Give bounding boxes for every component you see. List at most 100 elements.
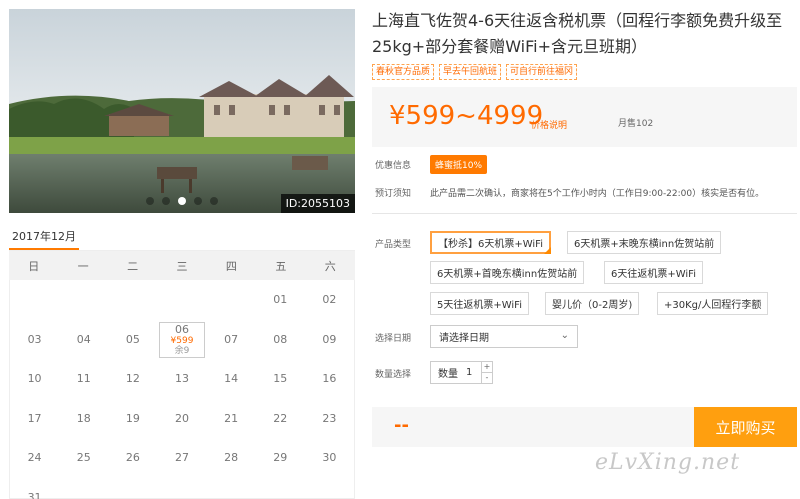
booking-label: 预订须知 [375,189,412,199]
calendar-day[interactable]: 30 [305,438,354,478]
calendar-day[interactable]: 14 [207,359,256,399]
weekday-label: 六 [324,259,336,273]
calendar-day[interactable]: 08 [256,320,305,360]
date-select-value: 请选择日期 [439,333,489,344]
calendar-day[interactable]: 16 [305,359,354,399]
carousel-dot[interactable] [162,197,170,205]
calendar-day-number: 02 [322,293,337,307]
calendar-day[interactable]: 04 [59,320,108,360]
calendar-day[interactable]: 15 [256,359,305,399]
calendar-day-price: ¥599 [170,336,194,347]
calendar-day-number: 31 [27,490,42,499]
quantity-value[interactable]: 1 [466,367,472,378]
quantity-stepper[interactable]: 数量 1 + - [430,361,493,384]
calendar-day-number: 26 [125,451,140,465]
calendar-day-number: 20 [174,411,189,425]
photo-id-tag: ID:2055103 [280,194,355,213]
calendar-day[interactable]: 02 [305,280,354,320]
carousel-dot[interactable] [194,197,202,205]
option-extra-baggage[interactable]: +30Kg/人回程行李额 [657,292,769,315]
buy-now-button[interactable]: 立即购买 [694,407,797,447]
site-watermark: eLvXing.net [595,450,741,475]
carousel-dot-active[interactable] [178,197,186,205]
calendar-day-number: 09 [322,332,337,346]
calendar-day[interactable]: 03 [10,320,59,360]
calendar-day-number: 17 [27,411,42,425]
weekday-label: 日 [28,259,40,273]
calendar-day-number: 04 [76,332,91,346]
calendar-day-number: 08 [273,332,288,346]
calendar-day-number: 18 [76,411,91,425]
carousel-dot[interactable] [146,197,154,205]
calendar-day[interactable]: 19 [108,399,157,439]
calendar-day-number: 22 [273,411,288,425]
option-6day-roundtrip-wifi[interactable]: 6天往返机票+WiFi [604,261,703,284]
calendar-month-tab[interactable]: 2017年12月 [9,228,79,250]
calendar-day-number: 01 [273,293,288,307]
calendar-day[interactable]: 23 [305,399,354,439]
calendar-day-number: 19 [125,411,140,425]
calendar-day[interactable]: 10 [10,359,59,399]
calendar-day-number: 25 [76,451,91,465]
calendar-empty-cell [207,478,256,499]
chevron-down-icon: ⌄ [560,330,569,341]
calendar-day[interactable]: 01 [256,280,305,320]
decrement-icon[interactable]: - [482,373,492,383]
product-type-label: 产品类型 [375,240,412,250]
calendar-day-number: 07 [224,332,239,346]
product-photo[interactable]: ID:2055103 [9,9,355,213]
discount-label: 优惠信息 [375,161,412,171]
calendar-day-number: 23 [322,411,337,425]
weekday-label: 二 [127,259,139,273]
calendar-day-number: 24 [27,451,42,465]
calendar-day-number: 11 [76,372,91,386]
option-5day-roundtrip-wifi[interactable]: 5天往返机票+WiFi [430,292,529,315]
calendar-day[interactable]: 12 [108,359,157,399]
calendar-day[interactable]: 26 [108,438,157,478]
calendar-day[interactable]: 24 [10,438,59,478]
calendar-empty-cell [108,478,157,499]
calendar-empty-cell [157,280,206,320]
calendar-day[interactable]: 13 [157,359,206,399]
date-select[interactable]: 请选择日期 ⌄ [430,325,578,348]
carousel-dot[interactable] [210,197,218,205]
calendar-day[interactable]: 27 [157,438,206,478]
price-explain-link[interactable]: 价格说明 [531,118,567,131]
calendar-day[interactable]: 31 [10,478,59,499]
booking-text: 此产品需二次确认，商家将在5个工作小时内（工作日9:00-22:00）核实是否有… [430,189,765,199]
photo-scene [9,9,355,213]
calendar-day[interactable]: 29 [256,438,305,478]
calendar-empty-cell [305,478,354,499]
increment-icon[interactable]: + [482,362,492,373]
price-calendar: 2017年12月 日 一 二 三 四 五 六 01 02 03 04 05 06 ¥599 余… [9,228,355,499]
calendar-day[interactable]: 09 [305,320,354,360]
calendar-day-selected[interactable]: 06 ¥599 余9 [159,321,205,358]
calendar-day[interactable]: 20 [157,399,206,439]
calendar-day[interactable]: 28 [207,438,256,478]
calendar-day-number: 14 [224,372,239,386]
total-price: -- [394,415,409,436]
option-seckill-6day-wifi[interactable]: 【秒杀】6天机票+WiFi [430,231,551,254]
calendar-day[interactable]: 05 [108,320,157,360]
calendar-day-number: 12 [125,372,140,386]
discount-badge: 蜂蜜抵10% [430,155,488,174]
calendar-day[interactable]: 25 [59,438,108,478]
option-6day-first-night-hotel[interactable]: 6天机票+首晚东横inn佐贺站前 [430,261,585,284]
calendar-day-number: 15 [273,372,288,386]
calendar-day[interactable]: 21 [207,399,256,439]
monthly-sold: 月售102 [618,119,654,129]
calendar-day-number: 21 [224,411,239,425]
calendar-day-stock: 余9 [174,346,190,357]
calendar-day[interactable]: 17 [10,399,59,439]
calendar-weekday-header: 日 一 二 三 四 五 六 [9,251,355,280]
quantity-buttons: + - [481,362,492,383]
calendar-day[interactable]: 11 [59,359,108,399]
option-infant-price[interactable]: 婴儿价（0-2周岁) [545,292,640,315]
option-6day-last-night-hotel[interactable]: 6天机票+末晚东横inn佐贺站前 [567,231,722,254]
calendar-day[interactable]: 07 [207,320,256,360]
weekday-label: 一 [77,259,89,273]
calendar-day[interactable]: 22 [256,399,305,439]
calendar-empty-cell [256,478,305,499]
calendar-day[interactable]: 18 [59,399,108,439]
price-box: ¥599~4999 价格说明 月售102 [372,87,797,147]
